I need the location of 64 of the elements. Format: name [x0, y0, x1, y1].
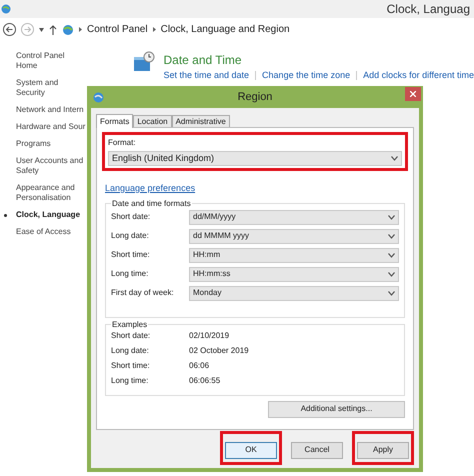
sidebar-link[interactable]: Programs: [16, 139, 87, 149]
tab[interactable]: Formats: [96, 114, 134, 128]
sidebar-link[interactable]: Ease of Access: [16, 227, 87, 237]
globe-icon: [1, 4, 11, 14]
format-dropdown[interactable]: HH:mm: [189, 248, 399, 262]
window-title: Clock, Languag: [386, 1, 470, 18]
link[interactable]: Set the time and date: [163, 69, 250, 82]
chevron-down-icon: [388, 234, 395, 238]
example-value: 06:06:55: [189, 375, 220, 387]
example-label: Short date:: [111, 330, 152, 342]
globe-icon: [93, 92, 104, 102]
field-label: First day of week:: [111, 287, 175, 299]
chevron-down-icon: [391, 156, 398, 161]
chevron-down-icon: [388, 214, 395, 220]
example-value: 06:06: [189, 360, 210, 372]
field-label: Short time:: [111, 249, 151, 261]
tab[interactable]: Administrative: [172, 115, 230, 127]
link[interactable]: Add clocks for different time: [363, 69, 474, 82]
sidebar-link[interactable]: Appearance and Personalisation: [16, 183, 87, 203]
format-dropdown[interactable]: English (United Kingdom): [108, 151, 402, 166]
example-label: Long date:: [111, 345, 150, 357]
close-button[interactable]: [405, 87, 421, 101]
dialog-button[interactable]: OK: [225, 442, 277, 458]
sidebar-link[interactable]: User Accounts and Safety: [16, 156, 87, 176]
dialog-button[interactable]: Apply: [357, 442, 409, 458]
format-label: Format:: [108, 137, 137, 149]
example-label: Long time:: [111, 375, 150, 387]
group-title: Examples: [111, 318, 148, 330]
chevron-down-icon: [388, 272, 395, 276]
calendar-clock-icon: [133, 51, 156, 73]
format-dropdown[interactable]: dd MMMM yyyy: [189, 228, 399, 244]
example-value: 02/10/2019: [189, 330, 230, 342]
field-label: Long time:: [111, 268, 150, 280]
additional-settings-button[interactable]: Additional settings...: [268, 400, 405, 418]
group-title: Date and time formats: [111, 198, 192, 210]
language-preferences-link[interactable]: Language preferences: [105, 182, 196, 196]
chevron-down-icon: [388, 290, 395, 296]
sidebar-link[interactable]: Clock, Language: [16, 210, 87, 220]
back-icon[interactable]: [3, 23, 16, 36]
link[interactable]: Change the time zone: [262, 69, 350, 82]
example-label: Short time:: [111, 360, 151, 372]
control-panel-icon: [62, 24, 74, 36]
chevron-down-icon: [388, 252, 395, 258]
close-icon: [410, 91, 416, 97]
chevron-right-icon: [79, 27, 82, 32]
chevron-right-icon: [152, 27, 156, 32]
sidebar-link[interactable]: Network and Intern: [16, 105, 87, 115]
sidebar-link[interactable]: Hardware and Sour: [16, 122, 87, 132]
example-value: 02 October 2019: [189, 345, 249, 357]
dropdown-icon[interactable]: [39, 28, 44, 32]
dialog-button[interactable]: Cancel: [291, 442, 343, 458]
tab[interactable]: Location: [133, 115, 172, 127]
field-label: Short date:: [111, 211, 152, 223]
up-arrow-icon[interactable]: [49, 24, 57, 34]
format-dropdown[interactable]: Monday: [189, 286, 399, 300]
format-dropdown[interactable]: dd/MM/yyyy: [189, 210, 399, 224]
dialog-title: Region: [238, 90, 272, 105]
field-label: Long date:: [111, 230, 150, 242]
breadcrumb-item[interactable]: Clock, Language and Region: [160, 22, 290, 37]
sidebar-link[interactable]: Control Panel Home: [16, 51, 87, 71]
breadcrumb-item[interactable]: Control Panel: [87, 22, 148, 37]
format-dropdown[interactable]: HH:mm:ss: [189, 266, 399, 282]
sidebar-link[interactable]: System and Security: [16, 78, 87, 98]
section-title[interactable]: Date and Time: [163, 51, 474, 69]
